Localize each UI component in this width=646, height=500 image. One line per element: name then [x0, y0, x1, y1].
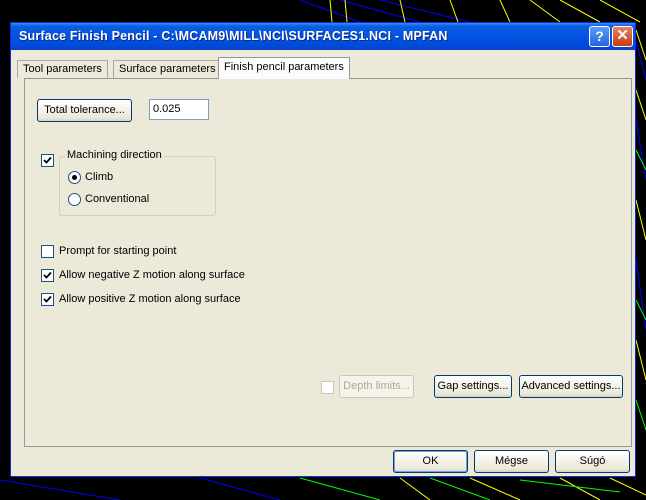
cancel-button[interactable]: Mégse — [474, 450, 549, 473]
tab-finish-pencil-parameters[interactable]: Finish pencil parameters — [218, 57, 350, 79]
tab-surface-parameters[interactable]: Surface parameters — [113, 60, 222, 78]
close-icon: ✕ — [616, 27, 629, 44]
machining-direction-group — [59, 156, 216, 216]
window-title: Surface Finish Pencil - C:\MCAM9\MILL\NC… — [19, 29, 448, 43]
prompt-starting-point-label[interactable]: Prompt for starting point — [59, 245, 176, 258]
gap-settings-button[interactable]: Gap settings... — [434, 375, 512, 398]
allow-negative-z-label[interactable]: Allow negative Z motion along surface — [59, 269, 245, 282]
allow-positive-z-label[interactable]: Allow positive Z motion along surface — [59, 293, 241, 306]
close-button[interactable]: ✕ — [612, 26, 633, 47]
allow-positive-z-checkbox[interactable] — [41, 293, 54, 306]
checkmark-icon — [43, 295, 52, 303]
climb-radio[interactable] — [68, 171, 81, 184]
allow-negative-z-checkbox[interactable] — [41, 269, 54, 282]
help-title-button[interactable]: ? — [589, 26, 610, 47]
surface-finish-pencil-dialog: Surface Finish Pencil - C:\MCAM9\MILL\NC… — [10, 22, 636, 477]
checkmark-icon — [43, 156, 52, 164]
machining-direction-checkbox[interactable] — [41, 154, 54, 167]
finish-pencil-panel: Total tolerance... 0.025 Machining direc… — [24, 78, 632, 447]
total-tolerance-button[interactable]: Total tolerance... — [37, 99, 132, 122]
depth-limits-button[interactable]: Depth limits... — [339, 375, 414, 398]
title-bar[interactable]: Surface Finish Pencil - C:\MCAM9\MILL\NC… — [11, 23, 635, 50]
climb-label[interactable]: Climb — [85, 171, 113, 184]
total-tolerance-input[interactable]: 0.025 — [149, 99, 209, 120]
radio-dot — [72, 175, 77, 180]
question-mark-icon: ? — [595, 28, 604, 44]
conventional-radio[interactable] — [68, 193, 81, 206]
machining-direction-title: Machining direction — [65, 149, 164, 162]
tab-tool-parameters[interactable]: Tool parameters — [17, 60, 108, 78]
checkmark-icon — [43, 271, 52, 279]
prompt-starting-point-checkbox[interactable] — [41, 245, 54, 258]
help-button[interactable]: Súgó — [555, 450, 630, 473]
advanced-settings-button[interactable]: Advanced settings... — [519, 375, 623, 398]
depth-limits-checkbox[interactable] — [321, 381, 334, 394]
ok-button[interactable]: OK — [393, 450, 468, 473]
conventional-label[interactable]: Conventional — [85, 193, 149, 206]
